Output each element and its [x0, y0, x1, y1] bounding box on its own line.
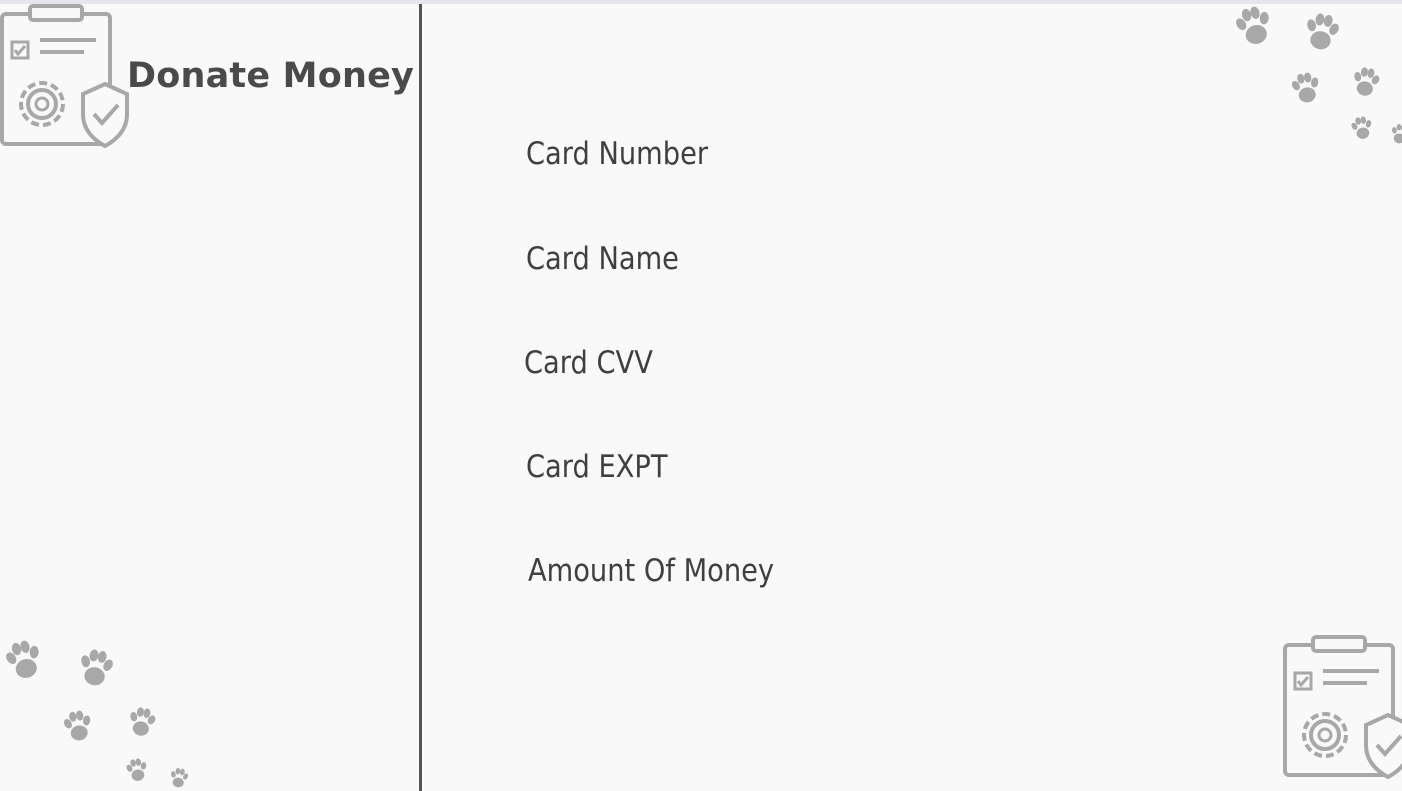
- vertical-divider: [419, 4, 422, 791]
- clipboard-settings-icon: [1283, 635, 1402, 779]
- top-strip: [0, 0, 1402, 4]
- paw-prints-icon: [1, 637, 191, 789]
- paw-prints-icon: [1231, 3, 1402, 145]
- card-name-label: Card Name: [526, 241, 679, 277]
- card-number-label: Card Number: [526, 136, 709, 172]
- clipboard-settings-icon: [0, 4, 129, 148]
- card-cvv-label: Card CVV: [524, 345, 653, 381]
- amount-of-money-label: Amount Of Money: [528, 553, 775, 589]
- card-expt-label: Card EXPT: [526, 449, 668, 485]
- page-title: Donate Money: [127, 56, 415, 96]
